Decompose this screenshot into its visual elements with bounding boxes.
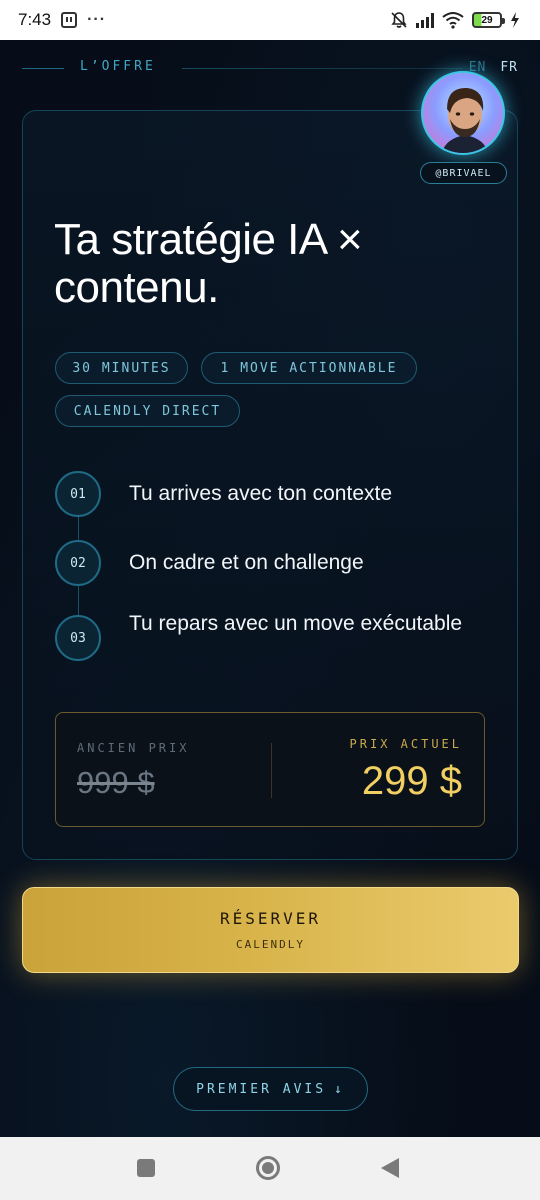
reserve-button-sublabel: CALENDLY <box>236 938 305 951</box>
twitch-icon <box>61 12 78 28</box>
status-right: 29 <box>390 11 520 29</box>
home-icon[interactable] <box>256 1156 280 1180</box>
reserve-button-label: RÉSERVER <box>219 909 322 928</box>
recents-icon[interactable] <box>137 1159 155 1177</box>
back-icon[interactable] <box>381 1158 399 1178</box>
step-number: 03 <box>55 615 101 661</box>
battery-level: 29 <box>481 14 493 26</box>
avatar[interactable] <box>421 71 505 155</box>
lang-fr-button[interactable]: FR <box>500 60 518 75</box>
tag-calendly: CALENDLY DIRECT <box>55 395 240 427</box>
current-price-value: 299 $ <box>361 759 462 803</box>
signal-icon <box>416 12 434 28</box>
charging-icon <box>511 12 519 28</box>
status-left: 7:43 ··· <box>18 10 106 30</box>
battery-icon: 29 <box>472 12 505 28</box>
status-bar: 7:43 ··· 29 <box>0 0 540 40</box>
system-nav-bar <box>0 1137 540 1200</box>
tag-actionable: 1 MOVE ACTIONNABLE <box>201 352 417 384</box>
more-notifications-icon: ··· <box>87 11 107 28</box>
status-time: 7:43 <box>18 10 52 29</box>
premier-avis-label: PREMIER AVIS <box>196 1081 327 1097</box>
divider-line <box>182 68 462 69</box>
avatar-portrait-icon <box>423 73 503 153</box>
step-text: On cadre et on challenge <box>129 551 364 574</box>
bell-off-icon <box>391 12 407 28</box>
section-label: L’OFFRE <box>80 59 156 74</box>
price-box: ANCIEN PRIX 999 $ PRIX ACTUEL 299 $ <box>55 712 485 827</box>
divider-line <box>22 68 64 69</box>
step-text: Tu arrives avec ton contexte <box>129 482 393 505</box>
price-divider <box>271 743 272 798</box>
wifi-icon <box>442 12 464 29</box>
old-price-label: ANCIEN PRIX <box>77 741 190 755</box>
step-number: 01 <box>55 471 101 517</box>
premier-avis-button[interactable]: PREMIER AVIS ↓ <box>173 1067 368 1111</box>
current-price-label: PRIX ACTUEL <box>349 737 462 751</box>
step-number: 02 <box>55 540 101 586</box>
tag-duration: 30 MINUTES <box>55 352 188 384</box>
offer-title: Ta stratégie IA × contenu. <box>54 215 363 312</box>
author-handle[interactable]: @BRIVAEL <box>420 162 507 184</box>
step-text: Tu repars avec un move exécutable <box>129 612 463 635</box>
old-price-value: 999 $ <box>77 765 155 800</box>
reserve-button[interactable]: RÉSERVER CALENDLY <box>22 887 519 973</box>
app-screen: L’OFFRE EN FR @BRIVAEL Ta stratégie IA ×… <box>0 40 540 1137</box>
arrow-down-icon: ↓ <box>334 1081 345 1097</box>
